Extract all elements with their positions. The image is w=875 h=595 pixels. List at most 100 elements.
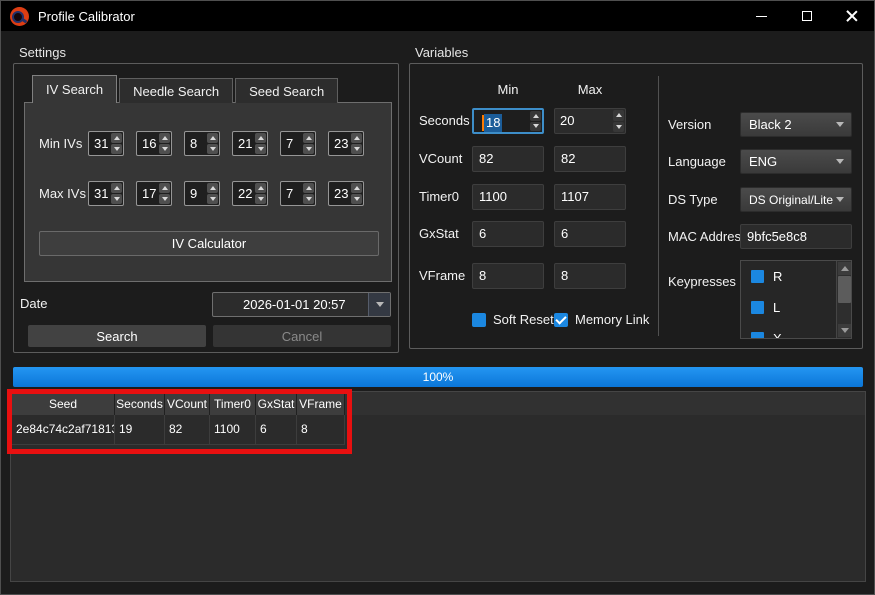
seconds-min-spinbox[interactable]: 18 — [472, 108, 544, 134]
language-dropdown[interactable]: ENG — [740, 149, 852, 174]
spin-up-button[interactable] — [530, 111, 541, 121]
chevron-up-icon — [162, 136, 168, 140]
table-cell-timer0[interactable]: 1100 — [210, 415, 256, 445]
max-iv-atk-spinbox[interactable]: 17 — [136, 181, 172, 206]
checkbox-icon — [472, 313, 486, 327]
close-button[interactable] — [829, 1, 874, 31]
min-iv-atk-spinbox[interactable]: 16 — [136, 131, 172, 156]
window-title: Profile Calibrator — [38, 9, 739, 24]
spin-down-button[interactable] — [207, 144, 218, 154]
table-cell-gxstat[interactable]: 6 — [256, 415, 297, 445]
keypresses-list[interactable]: R L X — [740, 260, 852, 339]
spin-down-button[interactable] — [207, 194, 218, 204]
spin-down-button[interactable] — [303, 144, 314, 154]
spin-up-button[interactable] — [255, 183, 266, 193]
mac-address-field[interactable]: 9bfc5e8c8 — [740, 224, 852, 249]
keypresses-scrollbar[interactable] — [836, 261, 851, 338]
memory-link-checkbox[interactable]: Memory Link — [554, 312, 649, 327]
column-header-vframe[interactable]: VFrame — [297, 392, 345, 415]
maximize-button[interactable] — [784, 1, 829, 31]
spin-up-button[interactable] — [207, 133, 218, 143]
spin-down-button[interactable] — [351, 144, 362, 154]
table-cell-vcount[interactable]: 82 — [165, 415, 210, 445]
spin-down-button[interactable] — [351, 194, 362, 204]
column-header-vcount[interactable]: VCount — [165, 392, 210, 415]
keypress-item-l[interactable]: L — [741, 292, 851, 323]
vcount-min-field[interactable]: 82 — [472, 146, 544, 172]
timer0-max-field[interactable]: 1107 — [554, 184, 626, 210]
spin-up-button[interactable] — [303, 183, 314, 193]
spin-value: 23 — [329, 182, 350, 205]
spin-up-button[interactable] — [111, 183, 122, 193]
spin-down-button[interactable] — [111, 194, 122, 204]
gxstat-max-field[interactable]: 6 — [554, 221, 626, 247]
tab-iv-search[interactable]: IV Search — [32, 75, 117, 103]
min-iv-hp-spinbox[interactable]: 31 — [88, 131, 124, 156]
scrollbar-thumb[interactable] — [838, 276, 851, 303]
date-dropdown-button[interactable] — [368, 293, 390, 316]
language-value: ENG — [749, 154, 777, 169]
spin-down-button[interactable] — [613, 122, 624, 133]
timer0-min-field[interactable]: 1100 — [472, 184, 544, 210]
spin-value: 18 — [474, 110, 529, 132]
min-iv-spd-spinbox[interactable]: 7 — [280, 131, 316, 156]
spin-up-button[interactable] — [255, 133, 266, 143]
vframe-min-field[interactable]: 8 — [472, 263, 544, 289]
scroll-down-button[interactable] — [838, 324, 851, 337]
iv-search-tab-panel: Min IVs 31 16 8 21 7 23 Max IVs 31 17 9 … — [24, 102, 392, 282]
soft-reset-checkbox[interactable]: Soft Reset — [472, 312, 554, 327]
spin-up-button[interactable] — [351, 183, 362, 193]
chevron-up-icon — [306, 136, 312, 140]
spin-down-button[interactable] — [111, 144, 122, 154]
min-iv-spa-spinbox[interactable]: 21 — [232, 131, 268, 156]
spin-down-button[interactable] — [530, 122, 541, 132]
scroll-up-button[interactable] — [838, 262, 851, 275]
max-iv-hp-spinbox[interactable]: 31 — [88, 181, 124, 206]
spin-value: 16 — [137, 132, 158, 155]
spin-up-button[interactable] — [303, 133, 314, 143]
max-iv-spa-spinbox[interactable]: 22 — [232, 181, 268, 206]
spin-down-button[interactable] — [303, 194, 314, 204]
keypress-item-r[interactable]: R — [741, 261, 851, 292]
table-cell-seed[interactable]: 2e84c74c2af71813 — [12, 415, 115, 445]
min-iv-def-spinbox[interactable]: 8 — [184, 131, 220, 156]
vframe-max-field[interactable]: 8 — [554, 263, 626, 289]
search-button[interactable]: Search — [28, 325, 206, 347]
vcount-max-field[interactable]: 82 — [554, 146, 626, 172]
column-header-seed[interactable]: Seed — [12, 392, 115, 415]
max-iv-spe-spinbox[interactable]: 23 — [328, 181, 364, 206]
tab-seed-search[interactable]: Seed Search — [235, 78, 338, 103]
spin-value: 17 — [137, 182, 158, 205]
table-cell-vframe[interactable]: 8 — [297, 415, 345, 445]
column-header-timer0[interactable]: Timer0 — [210, 392, 256, 415]
version-dropdown[interactable]: Black 2 — [740, 112, 852, 137]
spin-value: 8 — [185, 132, 206, 155]
spin-down-button[interactable] — [255, 144, 266, 154]
max-iv-def-spinbox[interactable]: 9 — [184, 181, 220, 206]
table-cell-seconds[interactable]: 19 — [115, 415, 165, 445]
column-header-seconds[interactable]: Seconds — [115, 392, 165, 415]
tab-needle-search[interactable]: Needle Search — [119, 78, 233, 103]
max-iv-spd-spinbox[interactable]: 7 — [280, 181, 316, 206]
spin-up-button[interactable] — [159, 133, 170, 143]
spin-down-button[interactable] — [159, 194, 170, 204]
spin-down-button[interactable] — [159, 144, 170, 154]
column-header-gxstat[interactable]: GxStat — [256, 392, 297, 415]
spin-up-button[interactable] — [111, 133, 122, 143]
seconds-max-spinbox[interactable]: 20 — [554, 108, 626, 134]
gxstat-min-field[interactable]: 6 — [472, 221, 544, 247]
date-combobox[interactable]: 2026-01-01 20:57 — [212, 292, 391, 317]
ds-type-dropdown[interactable]: DS Original/Lite — [740, 187, 852, 212]
chevron-up-icon — [210, 186, 216, 190]
spin-buttons — [254, 132, 267, 155]
keypress-item-x[interactable]: X — [741, 323, 851, 339]
spin-buttons — [350, 132, 363, 155]
spin-up-button[interactable] — [613, 110, 624, 121]
min-iv-spe-spinbox[interactable]: 23 — [328, 131, 364, 156]
spin-up-button[interactable] — [159, 183, 170, 193]
minimize-button[interactable] — [739, 1, 784, 31]
spin-down-button[interactable] — [255, 194, 266, 204]
iv-calculator-button[interactable]: IV Calculator — [39, 231, 379, 256]
spin-up-button[interactable] — [351, 133, 362, 143]
spin-up-button[interactable] — [207, 183, 218, 193]
